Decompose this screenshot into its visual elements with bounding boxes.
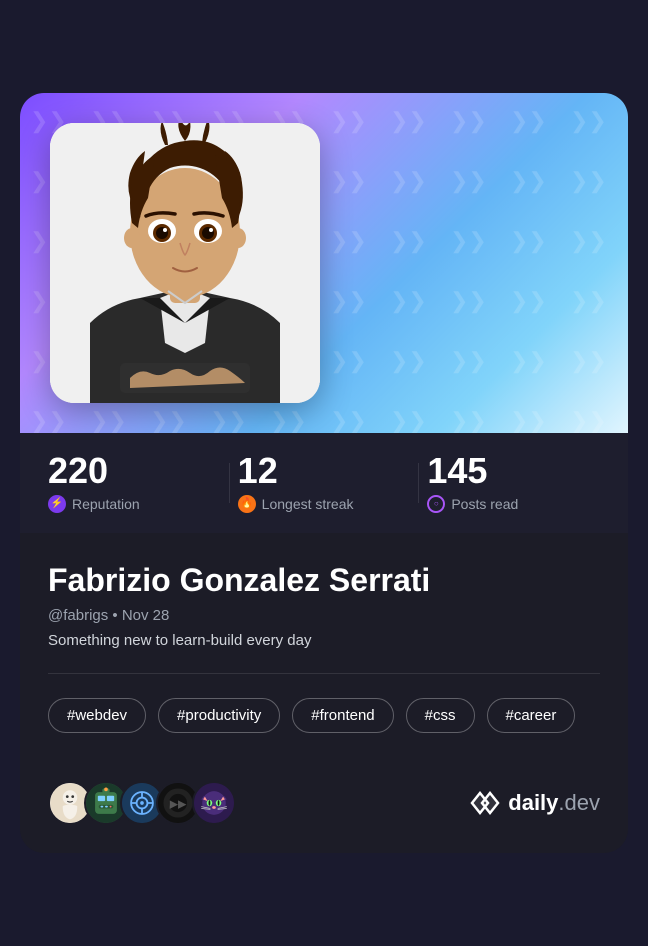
reputation-icon: ⚡: [48, 495, 66, 513]
profile-section: Fabrizio Gonzalez Serrati @fabrigs • Nov…: [20, 533, 628, 781]
tag-webdev[interactable]: #webdev: [48, 698, 146, 733]
card-footer: ▶▶: [20, 781, 628, 853]
tags-section: #webdev #productivity #frontend #css #ca…: [48, 698, 600, 733]
posts-label: ○ Posts read: [427, 495, 600, 513]
stat-posts: 145 ○ Posts read: [427, 453, 600, 513]
streak-value: 12: [238, 453, 411, 489]
tag-frontend[interactable]: #frontend: [292, 698, 393, 733]
profile-card: ❯❯: [20, 93, 628, 853]
brand-logo: daily.dev: [466, 785, 600, 821]
reputation-value: 220: [48, 453, 221, 489]
join-date: Nov 28: [122, 607, 170, 624]
tag-career[interactable]: #career: [487, 698, 576, 733]
meta-separator: •: [112, 607, 121, 624]
streak-icon: 🔥: [238, 495, 256, 513]
posts-value: 145: [427, 453, 600, 489]
username: @fabrigs: [48, 607, 108, 624]
avatar-svg: [50, 123, 320, 403]
stat-divider-2: [418, 463, 419, 503]
stats-bar: 220 ⚡ Reputation 12 🔥 Longest streak 145…: [20, 433, 628, 533]
tag-css[interactable]: #css: [406, 698, 475, 733]
divider: [48, 673, 600, 674]
streak-label: 🔥 Longest streak: [238, 495, 411, 513]
brand-icon: [466, 785, 502, 821]
svg-text:▶▶: ▶▶: [170, 799, 187, 811]
follower-avatar-5: [192, 781, 236, 825]
profile-meta: @fabrigs • Nov 28: [48, 607, 600, 624]
reputation-label: ⚡ Reputation: [48, 495, 221, 513]
profile-bio: Something new to learn-build every day: [48, 632, 600, 649]
profile-name: Fabrizio Gonzalez Serrati: [48, 561, 600, 599]
posts-icon: ○: [427, 495, 445, 513]
brand-name: daily.dev: [508, 790, 600, 816]
stat-streak: 12 🔥 Longest streak: [238, 453, 411, 513]
tag-productivity[interactable]: #productivity: [158, 698, 280, 733]
avatar-image: [50, 123, 320, 403]
avatar-wrapper: [50, 123, 320, 403]
stat-divider-1: [229, 463, 230, 503]
stat-reputation: 220 ⚡ Reputation: [48, 453, 221, 513]
card-header: ❯❯: [20, 93, 628, 433]
follower-avatars: ▶▶: [48, 781, 236, 825]
